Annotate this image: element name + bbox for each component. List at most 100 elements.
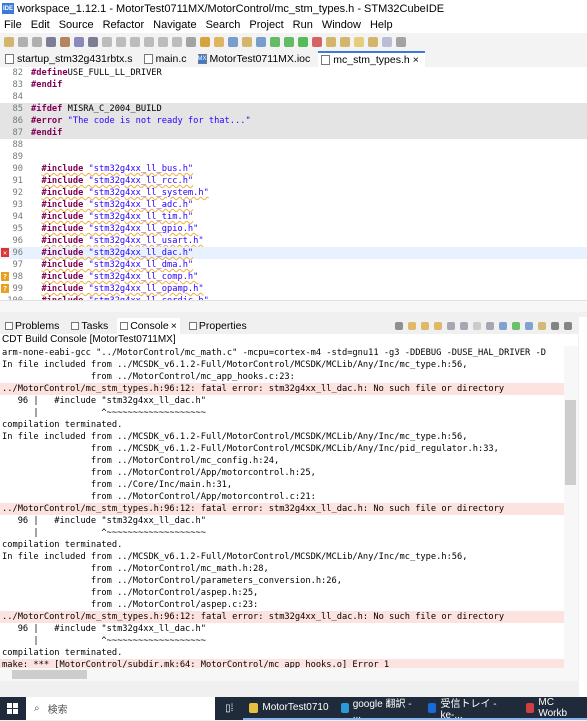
code-token: "stm32g4xx_ll_system.h" [83,188,209,198]
code-token: "The code is not ready for that..." [62,116,251,126]
toolbar-button-icon[interactable] [396,36,406,47]
toolbar-button-icon[interactable] [102,36,112,47]
menu-navigate[interactable]: Navigate [153,19,196,31]
panel-tab-console[interactable]: Console × [117,317,180,334]
console-line: from ../MotorControl/mc_math.h:28, [2,564,269,574]
menu-run[interactable]: Run [293,19,313,31]
console-toolbar-button-icon[interactable] [434,321,442,330]
panel-tab-properties[interactable]: Properties [186,318,250,334]
toolbar-button-icon[interactable] [74,36,84,47]
console-toolbar-button-icon[interactable] [395,321,403,330]
taskbar-search[interactable]: ⌕ 検索 [26,697,216,720]
menu-edit[interactable]: Edit [31,19,50,31]
console-toolbar-button-icon[interactable] [408,321,416,330]
toolbar-button-icon[interactable] [326,36,336,47]
toolbar-button-icon[interactable] [130,36,140,47]
toolbar-button-icon[interactable] [172,36,182,47]
code-line: 91 #include "stm32g4xx_ll_rcc.h" [0,175,587,187]
toolbar-button-icon[interactable] [242,36,252,47]
editor-horizontal-scrollbar[interactable] [0,300,587,312]
editor-tab[interactable]: startup_stm32g431rbtx.s [2,51,139,67]
task-view-icon[interactable]: ▯⁞ [215,703,243,714]
console-toolbar-button-icon[interactable] [512,321,520,330]
editor-tab[interactable]: mc_stm_types.h × [318,51,425,67]
console-line: from ../MotorControl/App/motorcontrol.h:… [2,468,316,478]
menu-refactor[interactable]: Refactor [103,19,145,31]
menu-source[interactable]: Source [59,19,94,31]
menu-window[interactable]: Window [322,19,361,31]
console-output[interactable]: arm-none-eabi-gcc "../MotorControl/mc_ma… [0,346,564,668]
toolbar-button-icon[interactable] [312,36,322,47]
toolbar-button-icon[interactable] [144,36,154,47]
toolbar-button-icon[interactable] [46,36,56,47]
code-token: "stm32g4xx_ll_opamp.h" [83,284,204,294]
code-token: #include [41,272,84,282]
toolbar-button-icon[interactable] [214,36,224,47]
editor-tab[interactable]: MX MotorTest0711MX.ioc [195,51,317,67]
editor-tab[interactable]: main.c [141,51,193,67]
console-toolbar-button-icon[interactable] [460,321,468,330]
menu-help[interactable]: Help [370,19,393,31]
code-line: 89 [0,151,587,163]
toolbar-button-icon[interactable] [60,36,70,47]
panel-tab-tasks[interactable]: Tasks [68,318,111,334]
close-icon[interactable]: × [171,320,177,332]
console-hscroll-thumb[interactable] [12,670,87,679]
toolbar-button-icon[interactable] [4,36,14,47]
menu-project[interactable]: Project [249,19,283,31]
menu-search[interactable]: Search [206,19,241,31]
toolbar-button-icon[interactable] [270,36,280,47]
console-toolbar-button-icon[interactable] [564,321,572,330]
warning-marker-icon[interactable]: ? [1,272,9,281]
close-icon[interactable]: × [413,54,419,66]
console-toolbar-button-icon[interactable] [499,321,507,330]
toolbar-button-icon[interactable] [354,36,364,47]
toolbar-button-icon[interactable] [186,36,196,47]
console-vertical-scrollbar[interactable] [564,346,578,668]
toolbar-button-icon[interactable] [368,36,378,47]
taskbar-item-label: google 翻訳 - ... [352,698,412,721]
toolbar-button-icon[interactable] [116,36,126,47]
toolbar-button-icon[interactable] [88,36,98,47]
console-error-line: make: *** [MotorControl/subdir.mk:64: Mo… [0,659,564,668]
menu-file[interactable]: File [4,19,22,31]
toolbar-button-icon[interactable] [340,36,350,47]
console-toolbar-button-icon[interactable] [447,321,455,330]
code-token: USE_FULL_LL_DRIVER [67,68,162,78]
console-toolbar-button-icon[interactable] [551,321,559,330]
warning-marker-icon[interactable]: ? [1,284,9,293]
code-editor[interactable]: 82 #defineUSE_FULL_LL_DRIVER 83 #endif 84 85 #… [0,67,587,300]
toolbar-button-icon[interactable] [256,36,266,47]
toolbar-button-icon[interactable] [32,36,42,47]
toolbar-button-icon[interactable] [228,36,238,47]
taskbar-item[interactable]: MotorTest0710 [243,697,335,720]
console-line: from ../MotorControl/parameters_conversi… [2,576,342,586]
windows-start-icon[interactable] [7,703,18,714]
console-scroll-thumb[interactable] [565,400,576,485]
toolbar-button-icon[interactable] [200,36,210,47]
toolbar-button-icon[interactable] [382,36,392,47]
console-toolbar-button-icon[interactable] [486,321,494,330]
console-toolbar-button-icon[interactable] [525,321,533,330]
code-line: 85 #ifdef MISRA_C_2004_BUILD [0,103,587,115]
toolbar-button-icon[interactable] [18,36,28,47]
code-token: #include [41,260,84,270]
error-marker-icon[interactable]: ✕ [1,248,9,257]
toolbar-button-icon[interactable] [298,36,308,47]
taskbar-item[interactable]: 受信トレイ - ke-... [422,697,521,721]
toolbar-button-icon[interactable] [284,36,294,47]
taskbar-item[interactable]: google 翻訳 - ... [334,697,423,721]
console-toolbar-button-icon[interactable] [421,321,429,330]
taskbar-item[interactable]: MC Workb [520,697,587,720]
panel-tab-problems[interactable]: Problems [2,318,62,334]
console-line: from ../MCSDK_v6.1.2-Full/MotorControl/M… [2,444,499,454]
toolbar-button-icon[interactable] [158,36,168,47]
console-line: compilation terminated. [2,420,123,430]
console-toolbar-button-icon[interactable] [538,321,546,330]
console-toolbar-button-icon[interactable] [473,321,481,330]
